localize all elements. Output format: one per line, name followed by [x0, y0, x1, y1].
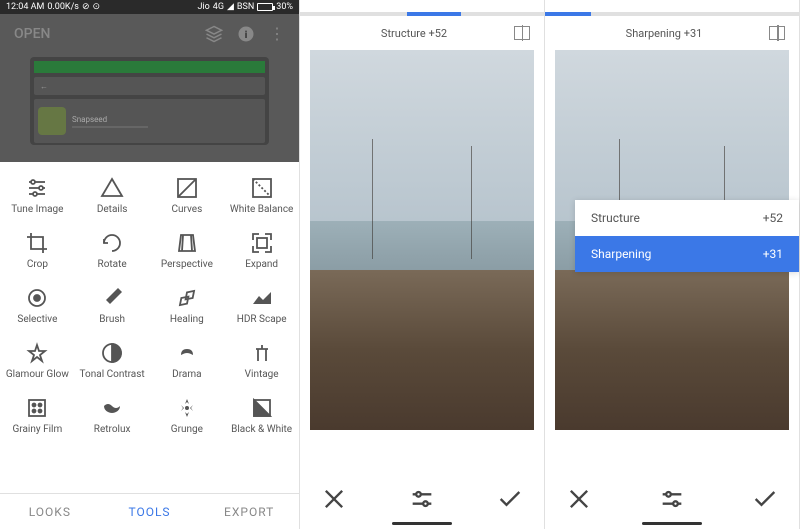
retrolux-icon — [100, 396, 124, 420]
alarm-icon: ⊘ — [82, 2, 90, 12]
tools-panel: 12:04 AM 0.00K/s ⊘ ⊙ Jio 4G ◢ BSN 30% OP… — [0, 0, 300, 529]
param-label: Structure +52 — [381, 27, 447, 40]
slider-fill — [545, 12, 591, 16]
param-selector: Structure +52 Sharpening +31 — [575, 200, 799, 272]
dimmed-header: OPEN i ⋮ ← Snapseed — [0, 14, 299, 162]
tool-curves[interactable]: Curves — [150, 168, 225, 223]
tonal-icon — [100, 341, 124, 365]
cancel-button[interactable] — [565, 485, 593, 513]
tool-tonal-contrast[interactable]: Tonal Contrast — [75, 333, 150, 388]
tool-white-balance[interactable]: White Balance — [224, 168, 299, 223]
tool-crop[interactable]: Crop — [0, 223, 75, 278]
crop-icon — [25, 231, 49, 255]
status-carrier1: Jio — [197, 2, 209, 12]
drama-icon — [175, 341, 199, 365]
tool-vintage[interactable]: Vintage — [224, 333, 299, 388]
tool-glamour-glow[interactable]: Glamour Glow — [0, 333, 75, 388]
expand-icon — [250, 231, 274, 255]
bottom-tabs: LOOKS TOOLS EXPORT — [0, 493, 299, 529]
compare-icon[interactable] — [769, 26, 785, 40]
bw-icon — [250, 396, 274, 420]
info-icon[interactable]: i — [237, 25, 255, 43]
tool-drama[interactable]: Drama — [150, 333, 225, 388]
glow-icon — [25, 341, 49, 365]
status-battery: 30% — [276, 2, 293, 12]
more-icon[interactable]: ⋮ — [269, 24, 285, 43]
tool-perspective[interactable]: Perspective — [150, 223, 225, 278]
tool-healing[interactable]: Healing — [150, 278, 225, 333]
hdr-icon — [250, 286, 274, 310]
slider-track[interactable] — [300, 12, 544, 16]
adjust-button[interactable] — [408, 485, 436, 513]
grunge-icon — [175, 396, 199, 420]
wb-icon — [250, 176, 274, 200]
slider-fill — [407, 12, 461, 16]
param-sharpening[interactable]: Sharpening +31 — [575, 236, 799, 272]
tool-black-white[interactable]: Black & White — [224, 388, 299, 443]
slider-track[interactable] — [545, 12, 799, 16]
selective-icon — [25, 286, 49, 310]
signal-icon: ◢ — [227, 2, 234, 12]
tool-expand[interactable]: Expand — [224, 223, 299, 278]
preview-card[interactable]: ← Snapseed — [30, 57, 269, 145]
film-icon — [25, 396, 49, 420]
param-label: Sharpening +31 — [626, 27, 703, 40]
status-time: 12:04 AM — [6, 2, 44, 12]
tool-details[interactable]: Details — [75, 168, 150, 223]
open-button[interactable]: OPEN — [14, 26, 50, 42]
details-icon — [100, 176, 124, 200]
compare-icon[interactable] — [514, 26, 530, 40]
layers-icon[interactable] — [205, 25, 223, 43]
tool-tune-image[interactable]: Tune Image — [0, 168, 75, 223]
tab-looks[interactable]: LOOKS — [0, 494, 100, 529]
apply-button[interactable] — [496, 485, 524, 513]
vintage-icon — [250, 341, 274, 365]
gesture-bar — [642, 522, 702, 525]
perspective-icon — [175, 231, 199, 255]
status-carrier2: BSN — [237, 2, 254, 12]
image-preview[interactable] — [310, 50, 534, 430]
tool-grid: Tune Image Details Curves White Balance … — [0, 162, 299, 449]
structure-edit-panel: Structure +52 — [300, 0, 545, 529]
sharpening-edit-panel: Sharpening +31 Structure +52 Sharpening … — [545, 0, 800, 529]
param-structure[interactable]: Structure +52 — [575, 200, 799, 236]
status-speed: 0.00K/s — [47, 2, 79, 12]
status-signal: 4G — [213, 2, 224, 12]
tool-rotate[interactable]: Rotate — [75, 223, 150, 278]
tab-export[interactable]: EXPORT — [199, 494, 299, 529]
tool-selective[interactable]: Selective — [0, 278, 75, 333]
cancel-button[interactable] — [320, 485, 348, 513]
svg-text:i: i — [245, 27, 248, 40]
tool-retrolux[interactable]: Retrolux — [75, 388, 150, 443]
adjust-button[interactable] — [658, 485, 686, 513]
apply-button[interactable] — [751, 485, 779, 513]
status-bar: 12:04 AM 0.00K/s ⊘ ⊙ Jio 4G ◢ BSN 30% — [0, 0, 299, 14]
healing-icon — [175, 286, 199, 310]
gesture-bar — [392, 522, 452, 525]
clock-icon: ⊙ — [92, 2, 100, 12]
tab-tools[interactable]: TOOLS — [100, 494, 200, 529]
rotate-icon — [100, 231, 124, 255]
tool-brush[interactable]: Brush — [75, 278, 150, 333]
tool-hdr-scape[interactable]: HDR Scape — [224, 278, 299, 333]
tune-icon — [25, 176, 49, 200]
brush-icon — [100, 286, 124, 310]
tool-grainy-film[interactable]: Grainy Film — [0, 388, 75, 443]
curves-icon — [175, 176, 199, 200]
tool-grunge[interactable]: Grunge — [150, 388, 225, 443]
battery-icon — [257, 3, 273, 11]
